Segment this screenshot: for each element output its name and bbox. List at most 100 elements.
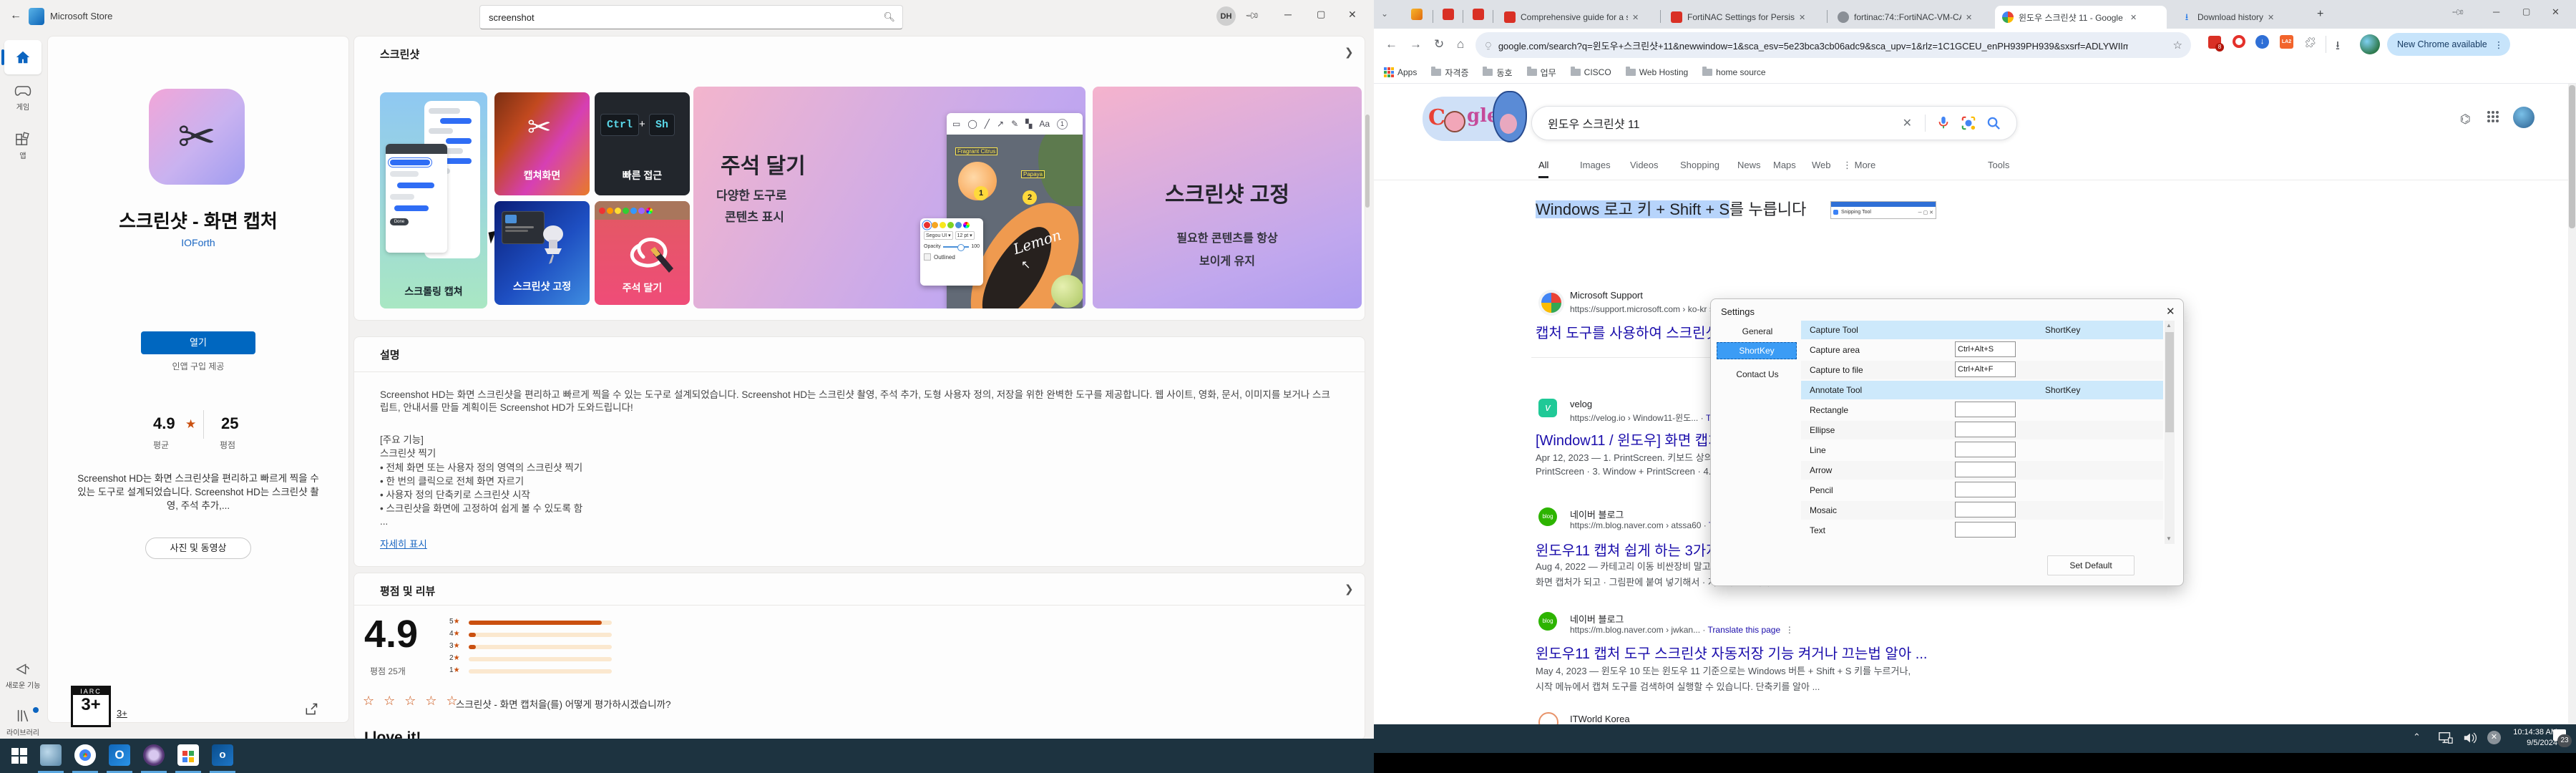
tab-search-icon[interactable]: ⌄ [1381,9,1388,19]
open-button[interactable]: 열기 [141,331,255,354]
taskbar-outlook-icon[interactable]: O [109,744,130,766]
taskbar-clock[interactable]: 10:14:38 AM 9/5/2024 [2512,727,2557,749]
taskbar-system-tool-icon[interactable] [40,744,62,766]
dialog-nav-general[interactable]: General [1718,326,1797,336]
banner-pin[interactable]: 스크린샷 고정 필요한 콘텐츠를 항상 보이게 유지 [1093,87,1362,308]
voice-search-icon[interactable] [1937,116,1950,130]
app-publisher-link[interactable]: IOForth [48,237,348,248]
outlined-checkbox[interactable] [924,253,931,261]
tray-volume-icon[interactable] [2463,731,2477,744]
extension-idm-icon[interactable]: ↓ [2255,35,2269,49]
shortcut-input-arrow[interactable] [1955,462,2016,477]
tab-close-icon[interactable]: ✕ [1966,13,1972,22]
tab-web[interactable]: Web [1812,160,1831,170]
taskbar-store-icon[interactable] [177,744,199,766]
show-more-link[interactable]: 자세히 표시 [380,536,427,550]
age-rating-link[interactable]: 3+ [117,708,127,719]
back-icon[interactable]: ← [10,9,21,22]
store-account-avatar[interactable]: DH [1216,6,1236,26]
clear-query-icon[interactable]: ✕ [1903,116,1912,130]
shortcut-input-pencil[interactable] [1955,482,2016,497]
screenshot-tile-annotate[interactable]: 주석 달기 [595,201,690,305]
tools-button[interactable]: Tools [1988,160,2009,170]
screenshot-tile-capture[interactable]: ✂ 캡쳐화면 [494,92,590,195]
new-chrome-button[interactable]: New Chrome available ⋮ [2387,33,2510,56]
reviews-chevron-icon[interactable]: ❯ [1345,583,1354,595]
result-url[interactable]: https://m.blog.naver.com › jwkan... · Tr… [1570,625,1794,635]
bookmark-folder-4[interactable]: CISCO [1571,67,1611,77]
screenshots-chevron-icon[interactable]: ❯ [1345,46,1354,59]
unpin-icon[interactable]: 📌︎ [1244,8,1261,24]
shortcut-input-capture-area[interactable]: Ctrl+Alt+S [1955,341,2016,357]
dialog-close-icon[interactable]: ✕ [2166,305,2175,318]
rate-stars[interactable]: ☆ ☆ ☆ ☆ ☆ [363,694,461,709]
result-title[interactable]: 윈도우11 캡처 도구 스크린샷 자동저장 기능 켜거나 끄는법 알아 ... [1536,642,1927,663]
scroll-up-icon[interactable]: ▲ [2166,322,2172,329]
tab-close-icon[interactable]: ✕ [1632,13,1639,22]
tab-all[interactable]: All [1538,160,1548,178]
scrollbar-thumb[interactable] [2165,332,2174,432]
downloads-icon[interactable]: ⭳ [2336,37,2340,57]
bookmark-folder-2[interactable]: 동호 [1483,67,1512,79]
labs-icon[interactable]: ⌬ [2460,112,2471,127]
tab-maps[interactable]: Maps [1773,160,1796,170]
shortcut-input-mosaic[interactable] [1955,502,2016,517]
bookmark-folder-3[interactable]: 업무 [1527,67,1556,79]
store-search-input[interactable]: screenshot 🔍︎ [479,5,903,29]
shortcut-input-line[interactable] [1955,442,2016,457]
dialog-scrollbar[interactable]: ▲ ▼ [2165,321,2175,544]
pinned-tab-1-icon[interactable] [1411,9,1423,20]
forward-icon[interactable]: → [1410,37,1422,52]
tray-chevron-icon[interactable]: ⌃ [2413,731,2421,743]
shortcut-input-rectangle[interactable] [1955,402,2016,417]
google-search-box[interactable]: 윈도우 스크린샷 11 ✕ [1531,106,2017,140]
taskbar-capture-app-icon[interactable] [143,744,165,766]
search-icon[interactable] [1987,117,2001,130]
sidebar-item-whats-new[interactable]: 새로운 기능 [4,661,42,697]
scrollbar-thumb[interactable] [2569,85,2575,228]
google-doodle[interactable]: C gle [1423,89,1526,155]
kebab-menu-icon[interactable]: ⋮ [2494,39,2504,50]
extensions-puzzle-icon[interactable]: 🧩︎ [2304,37,2317,49]
pinned-tab-2-icon[interactable] [1443,9,1454,20]
mini-window-controls[interactable]: ─ ▢ ✕ [1918,210,1933,215]
result-site[interactable]: ITWorld Korea [1570,714,1630,724]
back-icon[interactable]: ← [1385,37,1397,52]
screenshot-tile-quick-access[interactable]: Ctrl + Sh 빠른 접근 [595,92,690,195]
tab-videos[interactable]: Videos [1630,160,1659,170]
tab-3[interactable]: fortinac:74::FortiNAC-VM-CA✕ [1830,6,1991,29]
sidebar-item-games[interactable]: 게임 [4,84,42,120]
bookmark-folder-6[interactable]: home source [1702,67,1765,77]
share-icon[interactable] [304,702,318,716]
screenshot-tile-scrolling[interactable]: Done 스크롤링 캡쳐 [380,92,487,308]
google-apps-grid-icon[interactable] [2487,111,2499,122]
home-icon[interactable]: ⌂ [1457,37,1464,52]
translate-link[interactable]: Translate this page [1708,625,1781,635]
screenshot-tile-pin[interactable]: 스크린샷 고정 [494,201,590,305]
tab-2[interactable]: FortiNAC Settings for Persistent✕ [1664,6,1825,29]
shortcut-input-text[interactable] [1955,522,2016,538]
start-button[interactable] [11,748,27,764]
tab-shopping[interactable]: Shopping [1680,160,1719,170]
result-site[interactable]: 네이버 블로그 [1570,507,1624,521]
bookmark-star-icon[interactable]: ☆ [2173,39,2182,52]
extension-fortinet-icon[interactable]: 8 [2208,36,2221,49]
tab-close-icon[interactable]: ✕ [2130,13,2137,22]
tab-5[interactable]: ⭳ Download history✕ [2174,6,2306,29]
sidebar-item-apps[interactable]: 앱 [4,132,42,167]
banner-annotate[interactable]: 주석 달기 다양한 도구로 콘텐츠 표시 ▭ ◯ ╱ ↗ ✎ ▚ Aa 1 [693,87,1085,308]
site-info-icon[interactable]: ⍜ [1485,39,1491,51]
set-default-button[interactable]: Set Default [2047,555,2135,575]
dialog-nav-contact[interactable]: Contact Us [1718,369,1797,379]
shortcut-input-capture-file[interactable]: Ctrl+Alt+F [1955,361,2016,377]
bookmark-folder-5[interactable]: Web Hosting [1626,67,1688,77]
chrome-minimize-button[interactable]: ─ [2493,6,2499,17]
reload-icon[interactable]: ↻ [1434,37,1444,52]
font-size-select[interactable]: 12 pt ▾ [955,231,975,240]
profile-avatar[interactable] [2360,34,2380,54]
page-scrollbar[interactable] [2568,84,2576,724]
lens-search-icon[interactable] [1961,116,1976,130]
scroll-down-icon[interactable]: ▼ [2166,535,2172,542]
store-scrollbar[interactable] [1365,115,1370,208]
search-icon[interactable]: 🔍︎ [883,11,895,23]
